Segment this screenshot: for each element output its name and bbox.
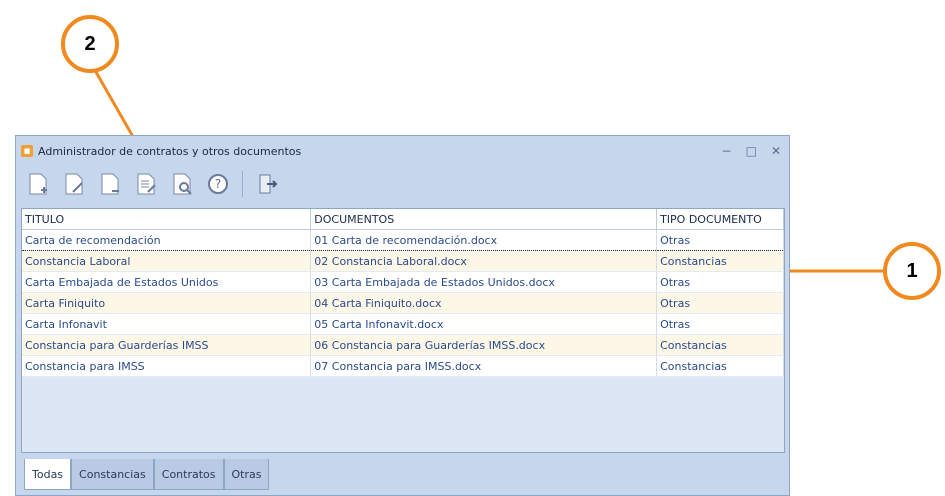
- new-document-icon[interactable]: [24, 170, 52, 198]
- toolbar: ?: [20, 166, 785, 202]
- table-row[interactable]: Carta de recomendación 01 Carta de recom…: [22, 229, 784, 251]
- remove-document-icon[interactable]: [96, 170, 124, 198]
- cell-documento: 05 Carta Infonavit.docx: [310, 313, 658, 335]
- cell-titulo: Carta Infonavit: [22, 313, 312, 335]
- tab-todas[interactable]: Todas: [24, 459, 72, 490]
- cell-titulo: Carta Finiquito: [22, 292, 312, 314]
- cell-tipo: Otras: [656, 313, 784, 335]
- table-row[interactable]: Constancia para Guarderías IMSS 06 Const…: [22, 334, 784, 356]
- cell-tipo: Otras: [656, 292, 784, 314]
- cell-titulo: Constancia para IMSS: [22, 355, 312, 377]
- app-icon: ■: [21, 145, 33, 157]
- filter-tabs: Todas Constancias Contratos Otras: [24, 459, 270, 490]
- cell-tipo: Constancias: [656, 334, 784, 356]
- cell-titulo: Carta Embajada de Estados Unidos: [22, 271, 312, 293]
- edit-document-icon[interactable]: [60, 170, 88, 198]
- cell-tipo: Otras: [656, 271, 784, 293]
- table-row[interactable]: Carta Infonavit 05 Carta Infonavit.docx …: [22, 313, 784, 335]
- cell-tipo: Constancias: [656, 355, 784, 377]
- cell-documento: 02 Constancia Laboral.docx: [310, 250, 658, 272]
- cell-titulo: Constancia para Guarderías IMSS: [22, 334, 312, 356]
- documents-grid: TITULO DOCUMENTOS TIPO DOCUMENTO Carta d…: [21, 208, 785, 453]
- table-row[interactable]: Constancia Laboral 02 Constancia Laboral…: [22, 250, 784, 272]
- help-icon[interactable]: ?: [204, 170, 232, 198]
- cell-documento: 04 Carta Finiquito.docx: [310, 292, 658, 314]
- cell-documento: 03 Carta Embajada de Estados Unidos.docx: [310, 271, 658, 293]
- table-header-row: TITULO DOCUMENTOS TIPO DOCUMENTO: [22, 209, 784, 230]
- cell-documento: 07 Constancia para IMSS.docx: [310, 355, 658, 377]
- tab-contratos[interactable]: Contratos: [153, 459, 224, 490]
- cell-titulo: Constancia Laboral: [22, 250, 312, 272]
- cell-titulo: Carta de recomendación: [22, 229, 312, 251]
- window-title: Administrador de contratos y otros docum…: [38, 144, 302, 158]
- column-header-tipo-documento[interactable]: TIPO DOCUMENTO: [656, 209, 784, 230]
- table-row[interactable]: Carta Embajada de Estados Unidos 03 Cart…: [22, 271, 784, 293]
- tab-constancias[interactable]: Constancias: [71, 459, 154, 490]
- maximize-icon[interactable]: □: [746, 144, 757, 158]
- tab-otras[interactable]: Otras: [223, 459, 270, 490]
- preview-document-icon[interactable]: [168, 170, 196, 198]
- table-row[interactable]: Carta Finiquito 04 Carta Finiquito.docx …: [22, 292, 784, 314]
- callout-1: 1: [883, 242, 941, 300]
- close-icon[interactable]: ✕: [771, 144, 781, 158]
- title-bar: ■ Administrador de contratos y otros doc…: [16, 136, 789, 166]
- column-header-documentos[interactable]: DOCUMENTOS: [310, 209, 658, 230]
- cell-documento: 01 Carta de recomendación.docx: [310, 229, 658, 251]
- callout-2: 2: [61, 15, 119, 73]
- window-controls: − □ ✕: [722, 144, 781, 158]
- toolbar-separator: [242, 171, 243, 197]
- column-header-titulo[interactable]: TITULO: [22, 209, 312, 230]
- documents-table: TITULO DOCUMENTOS TIPO DOCUMENTO Carta d…: [22, 209, 784, 377]
- table-row[interactable]: Constancia para IMSS 07 Constancia para …: [22, 355, 784, 377]
- exit-icon[interactable]: [253, 170, 281, 198]
- cell-documento: 06 Constancia para Guarderías IMSS.docx: [310, 334, 658, 356]
- app-window: ■ Administrador de contratos y otros doc…: [15, 135, 790, 496]
- svg-text:?: ?: [215, 177, 221, 191]
- open-document-icon[interactable]: [132, 170, 160, 198]
- cell-tipo: Constancias: [656, 250, 784, 272]
- minimize-icon[interactable]: −: [722, 144, 732, 158]
- cell-tipo: Otras: [656, 229, 784, 251]
